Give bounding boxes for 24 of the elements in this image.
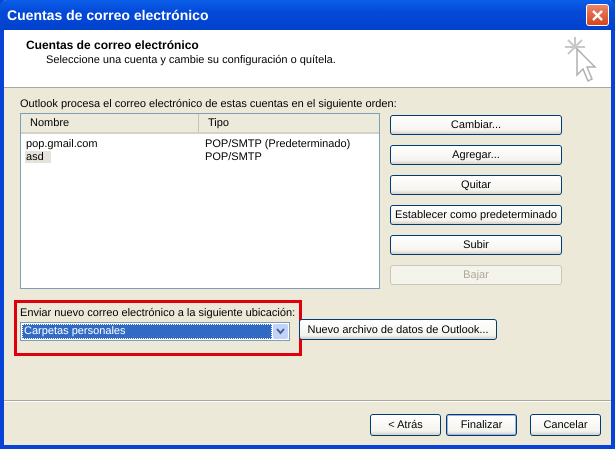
close-button[interactable] (586, 4, 609, 26)
header-subtitle: Seleccione una cuenta y cambie su configuración o quítela. (45, 53, 336, 68)
action-button[interactable]: Agregar... (390, 145, 562, 165)
instruction-text: Outlook procesa el correo electrónico de estas cuentas en el siguiente orden: (20, 97, 398, 111)
cursor-sparkle-icon (563, 35, 599, 85)
dialog-button[interactable]: < Atrás (370, 414, 441, 436)
new-data-file-button[interactable]: Nuevo archivo de datos de Outlook... (299, 319, 497, 340)
column-header[interactable]: Tipo (199, 114, 377, 132)
close-icon (591, 8, 604, 22)
dialog-button[interactable]: Cancelar (530, 414, 601, 436)
account-type-cell-text: POP/SMTP (Predeterminado) (204, 138, 352, 151)
action-button[interactable]: Subir (390, 235, 562, 255)
dialog-button[interactable]: Finalizar (446, 414, 517, 436)
location-dropdown[interactable]: Carpetas personales (20, 322, 290, 341)
action-button[interactable]: Quitar (390, 175, 562, 195)
column-header[interactable]: Nombre (21, 114, 199, 132)
window-title: Cuentas de correo electrónico (7, 7, 209, 23)
action-button[interactable]: Cambiar... (390, 115, 562, 135)
account-type-cell-text: POP/SMTP (204, 151, 263, 164)
account-name[interactable]: pop.gmail.com (25, 138, 105, 150)
delivery-label: Enviar nuevo correo electrónico a la siguiente ubicación: (20, 306, 296, 320)
action-button[interactable]: Establecer como predeterminado (390, 205, 562, 225)
header-title: Cuentas de correo electrónico (26, 38, 200, 53)
account-name[interactable]: asd (25, 151, 51, 163)
